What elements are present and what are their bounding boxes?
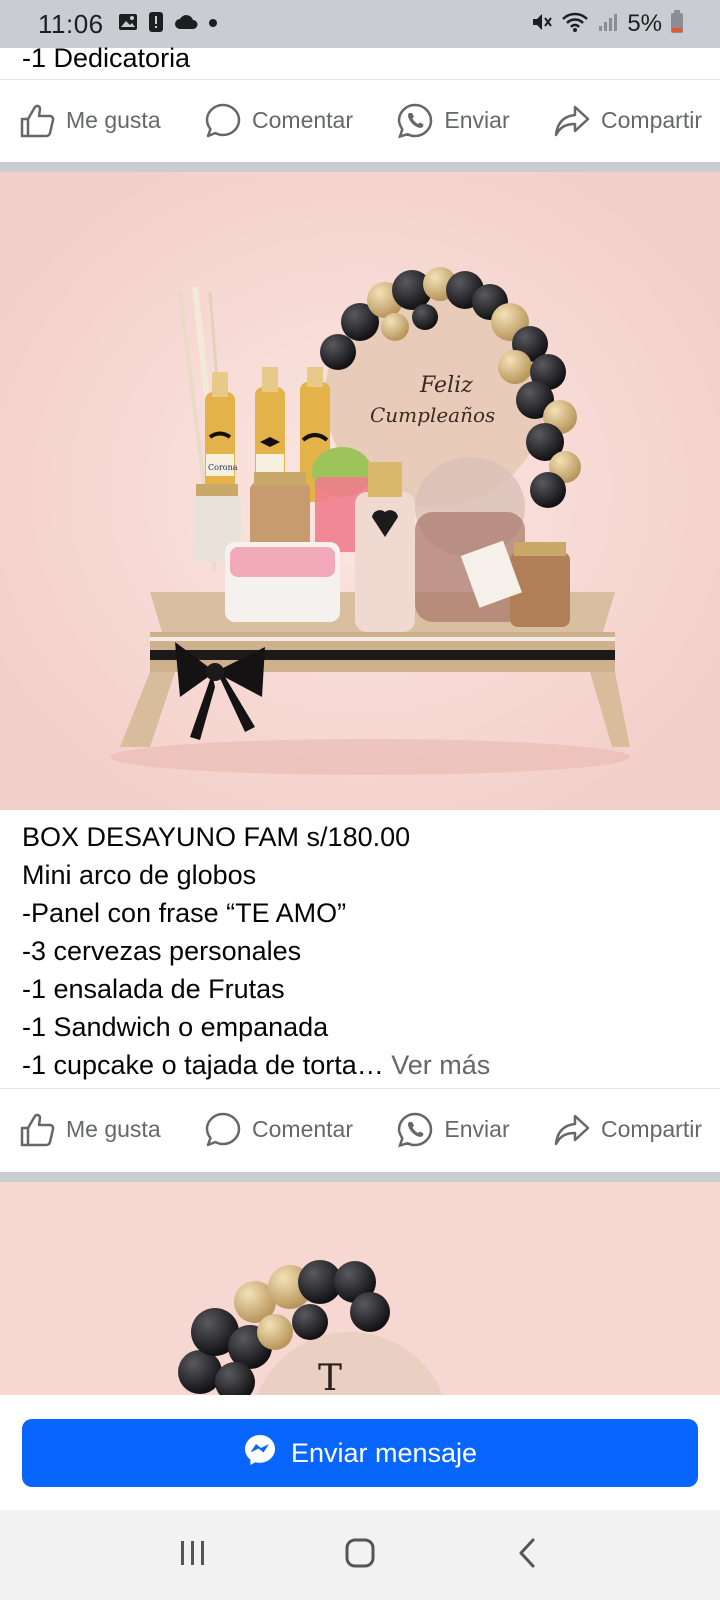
wifi-icon xyxy=(561,11,589,38)
caption-line: -3 cervezas personales xyxy=(22,936,302,966)
home-icon xyxy=(344,1537,376,1574)
messenger-icon xyxy=(243,1433,277,1474)
whatsapp-icon xyxy=(396,1111,434,1149)
send-message-label: Enviar mensaje xyxy=(290,1437,478,1468)
share-label: Compartir xyxy=(601,107,702,133)
comment-label: Comentar xyxy=(252,1116,353,1142)
send-whatsapp-button[interactable]: Enviar xyxy=(396,102,510,140)
alert-icon xyxy=(148,11,164,38)
home-button[interactable] xyxy=(320,1525,400,1585)
gallery-icon xyxy=(118,12,138,37)
share-button[interactable]: Compartir xyxy=(553,102,702,140)
post-text-line: -1 Dedicatoria xyxy=(22,43,191,73)
recent-apps-icon xyxy=(178,1538,208,1573)
status-right-icons: 5% xyxy=(531,9,684,39)
action-bar-2: Me gusta Comentar Enviar Compartir xyxy=(0,1088,720,1170)
battery-icon xyxy=(670,9,684,39)
app-screen: 11:06 5% -1 Dedicatoria Me gusta Comenta… xyxy=(0,0,720,1600)
signal-icon xyxy=(597,11,619,38)
recent-apps-button[interactable] xyxy=(153,1525,233,1585)
cta-area: Enviar mensaje xyxy=(0,1395,720,1510)
like-label: Me gusta xyxy=(66,107,161,133)
share-button[interactable]: Compartir xyxy=(553,1111,702,1149)
like-button[interactable]: Me gusta xyxy=(18,1111,161,1149)
status-left-icons xyxy=(118,11,218,38)
next-post-photo[interactable]: T xyxy=(0,1182,720,1395)
caption-line: Mini arco de globos xyxy=(22,860,257,890)
caption-line: -Panel con frase “TE AMO” xyxy=(22,898,347,928)
post-title: BOX DESAYUNO FAM s/180.00 xyxy=(22,822,411,852)
share-label: Compartir xyxy=(601,1116,702,1142)
thumbs-up-icon xyxy=(18,1111,56,1149)
action-bar-1: Me gusta Comentar Enviar Compartir xyxy=(0,79,720,161)
post-photo[interactable]: Feliz Cumpleaños Corona xyxy=(0,172,720,810)
breakfast-box-illustration: Feliz Cumpleaños Corona xyxy=(0,172,720,810)
back-button[interactable] xyxy=(487,1525,567,1585)
caption-line: -1 Sandwich o empanada xyxy=(22,1012,329,1042)
feed-separator xyxy=(0,162,720,172)
android-nav-bar xyxy=(0,1510,720,1600)
svg-text:Corona: Corona xyxy=(208,463,238,472)
battery-percent: 5% xyxy=(627,10,662,37)
send-label: Enviar xyxy=(444,107,510,133)
svg-text:Feliz: Feliz xyxy=(419,373,473,398)
share-icon xyxy=(553,1111,591,1149)
comment-button[interactable]: Comentar xyxy=(204,1111,353,1149)
thumbs-up-icon xyxy=(18,102,56,140)
caption-line-last: -1 cupcake o tajada de torta… Ver más xyxy=(22,1046,490,1084)
like-button[interactable]: Me gusta xyxy=(18,102,161,140)
comment-button[interactable]: Comentar xyxy=(204,102,353,140)
caption-line: -1 ensalada de Frutas xyxy=(22,974,285,1004)
feed-separator xyxy=(0,1172,720,1182)
post-caption: BOX DESAYUNO FAM s/180.00 Mini arco de g… xyxy=(22,818,490,1084)
mute-icon xyxy=(531,11,553,38)
whatsapp-icon xyxy=(396,102,434,140)
see-more-link[interactable]: Ver más xyxy=(384,1050,490,1080)
comment-icon xyxy=(204,102,242,140)
share-icon xyxy=(553,102,591,140)
status-time: 11:06 xyxy=(38,8,104,39)
cloud-icon xyxy=(174,14,198,35)
comment-label: Comentar xyxy=(252,107,353,133)
send-message-button[interactable]: Enviar mensaje xyxy=(22,1419,698,1487)
send-whatsapp-button[interactable]: Enviar xyxy=(396,1111,510,1149)
comment-icon xyxy=(204,1111,242,1149)
dot-icon xyxy=(208,15,218,33)
svg-text:T: T xyxy=(318,1358,342,1395)
svg-text:Cumpleaños: Cumpleaños xyxy=(370,403,495,427)
back-icon xyxy=(515,1537,539,1574)
balloon-panel-illustration: T xyxy=(0,1182,720,1395)
send-label: Enviar xyxy=(444,1116,510,1142)
like-label: Me gusta xyxy=(66,1116,161,1142)
caption-line: -1 cupcake o tajada de torta… xyxy=(22,1050,384,1080)
